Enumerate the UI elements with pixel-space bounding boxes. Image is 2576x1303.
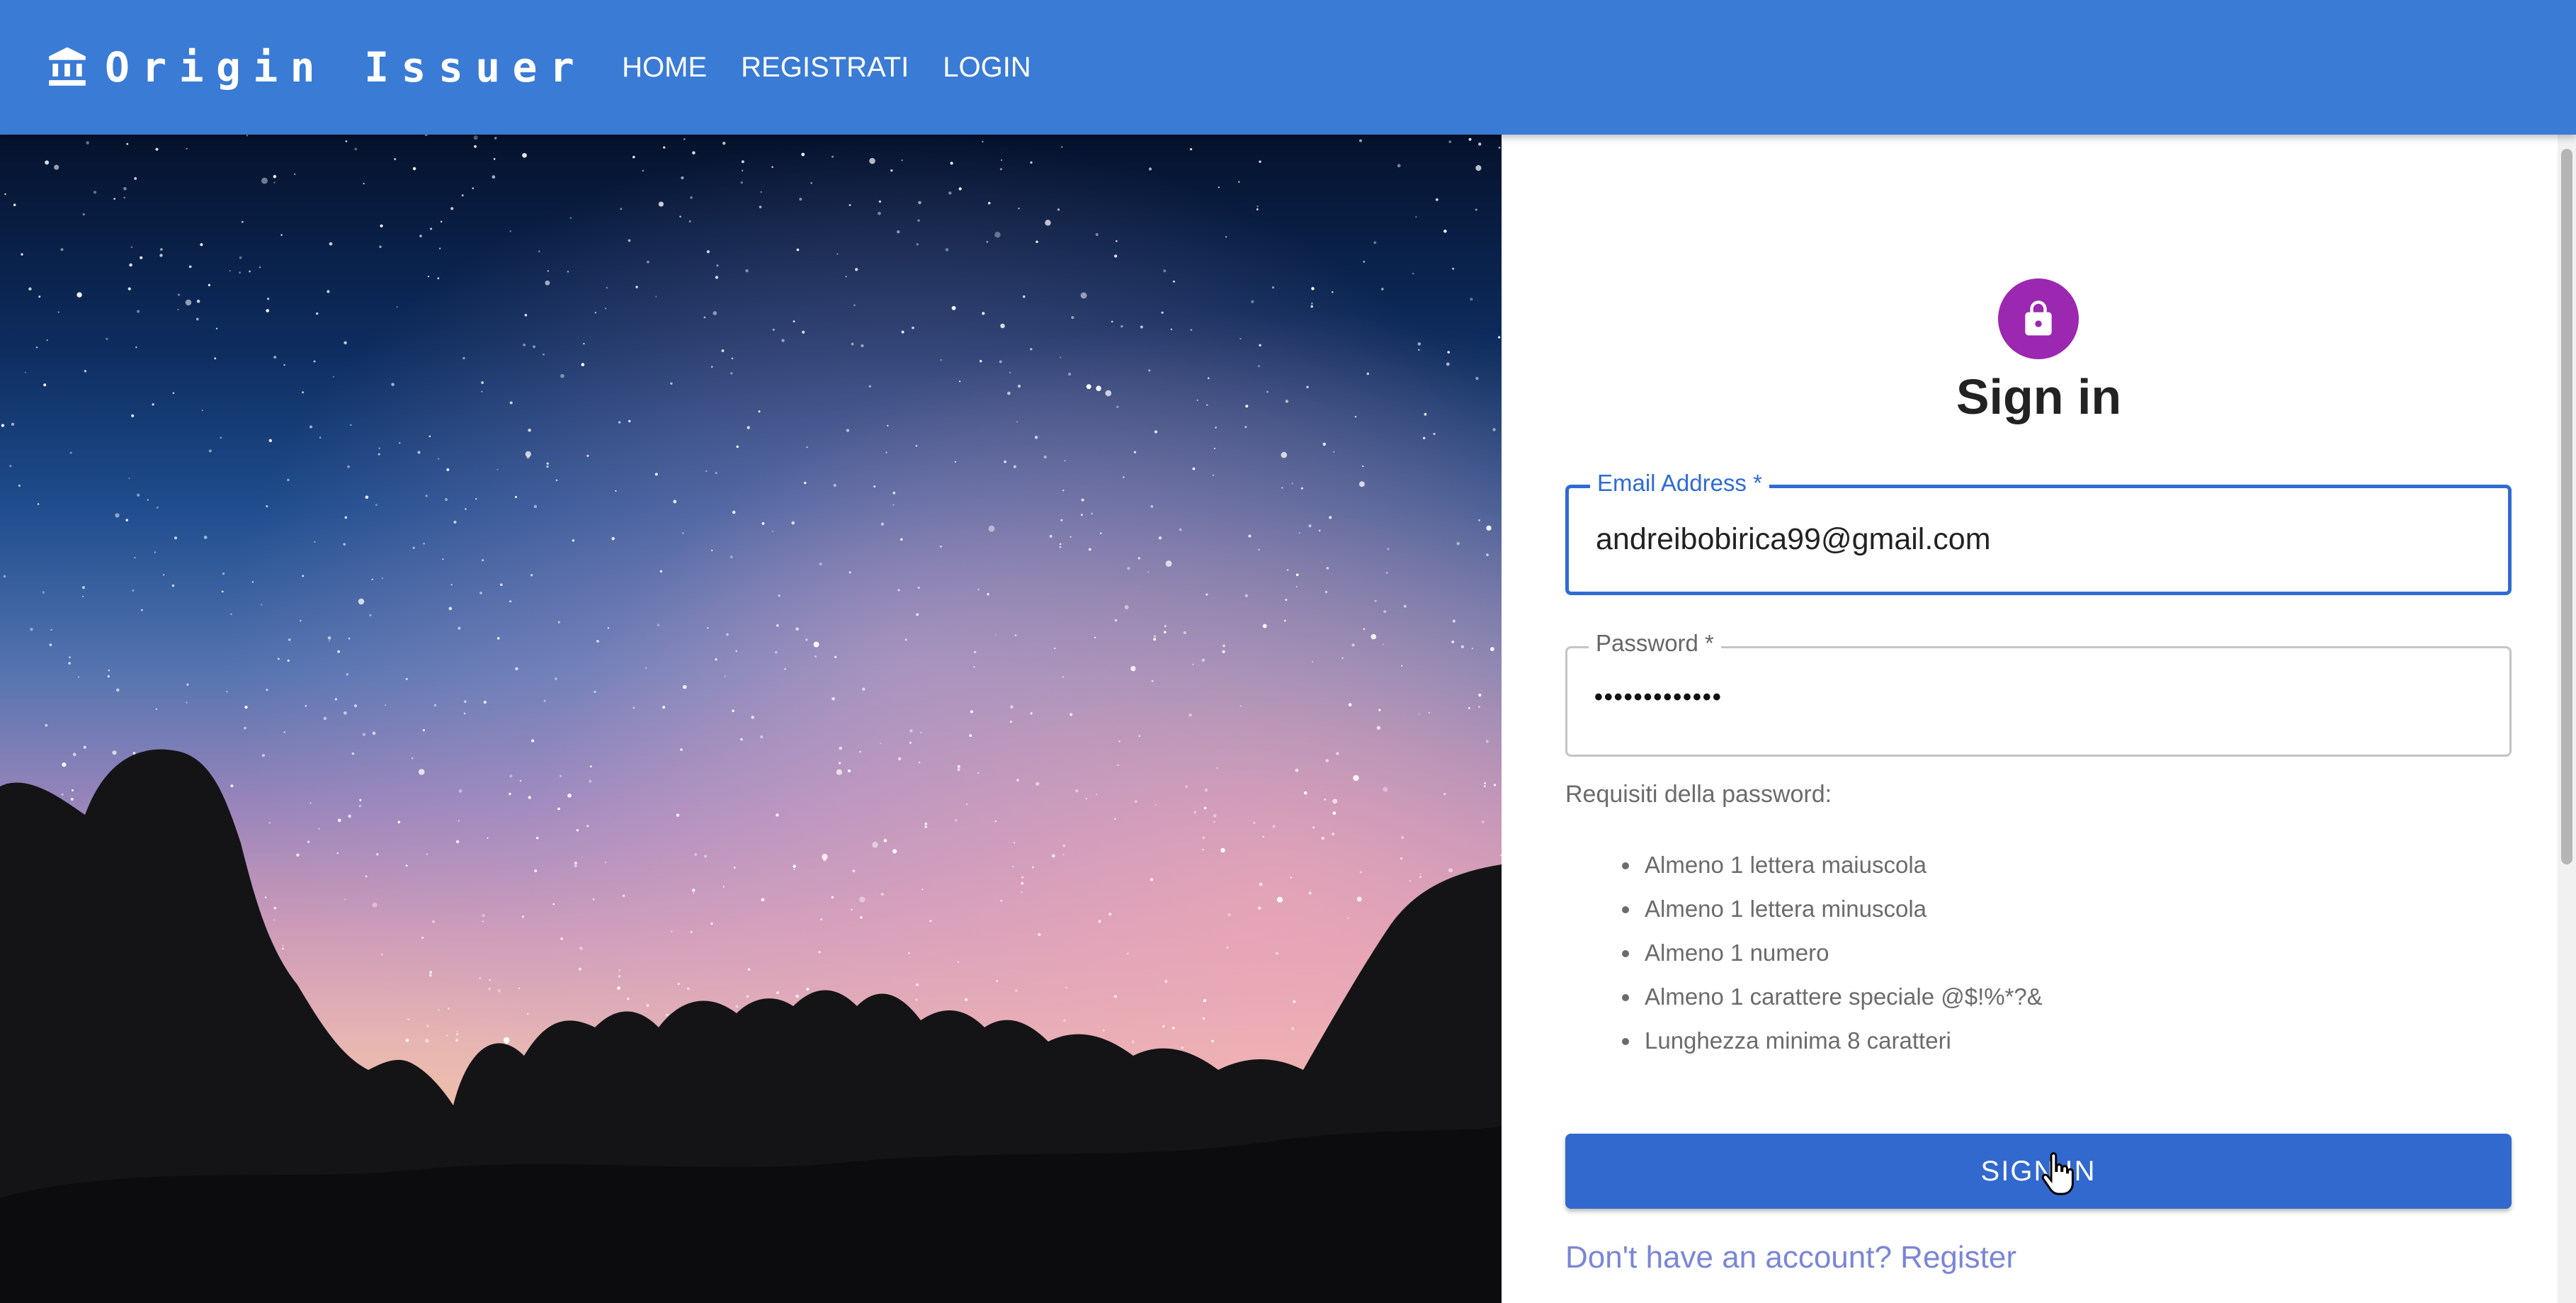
hand-cursor-icon (2041, 1152, 2074, 1195)
brand[interactable]: Origin Issuer (45, 43, 586, 91)
email-input[interactable]: andreibobirica99@gmail.com (1596, 522, 1991, 557)
register-link[interactable]: Don't have an account? Register (1565, 1240, 2016, 1275)
nav-home[interactable]: HOME (622, 52, 707, 84)
brand-title: Origin Issuer (105, 43, 587, 91)
nav-registrati[interactable]: REGISTRATI (741, 52, 909, 84)
requirement-item: Almeno 1 numero (1622, 931, 2043, 975)
starry-sky (0, 135, 1502, 1303)
password-requirements-title: Requisiti della password: (1565, 781, 1832, 808)
page-title: Sign in (1956, 369, 2122, 424)
email-field-label: Email Address * (1590, 470, 1769, 497)
password-field-label: Password * (1589, 630, 1721, 657)
requirement-item: Almeno 1 carattere speciale @$!%*?& (1622, 975, 2043, 1019)
lock-icon (2025, 300, 2052, 336)
password-field[interactable]: Password * ••••••••••••• (1565, 630, 2512, 757)
bank-icon (49, 47, 86, 86)
password-input[interactable]: ••••••••••••• (1594, 684, 1723, 711)
main-nav: HOME REGISTRATI LOGIN (622, 52, 1065, 84)
hero-image (0, 135, 1502, 1303)
scrollbar[interactable] (2558, 135, 2576, 1303)
email-field[interactable]: Email Address * andreibobirica99@gmail.c… (1565, 470, 2512, 595)
lock-avatar (1998, 278, 2079, 359)
requirement-item: Almeno 1 lettera maiuscola (1622, 843, 2043, 887)
password-requirements-list: Almeno 1 lettera maiuscola Almeno 1 lett… (1622, 843, 2043, 1063)
nav-login[interactable]: LOGIN (943, 52, 1031, 84)
app-bar: Origin Issuer HOME REGISTRATI LOGIN (0, 0, 2576, 135)
requirement-item: Lunghezza minima 8 caratteri (1622, 1019, 2043, 1063)
requirement-item: Almeno 1 lettera minuscola (1622, 887, 2043, 931)
scrollbar-thumb[interactable] (2561, 149, 2572, 864)
